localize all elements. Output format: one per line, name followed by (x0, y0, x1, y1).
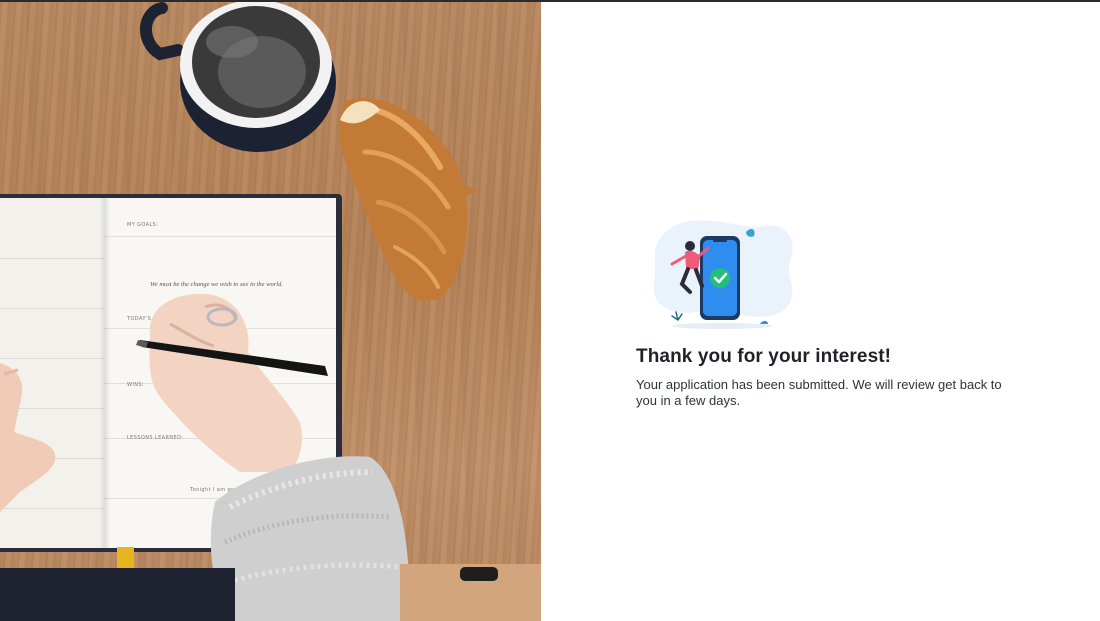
hero-photo: MY GOALS: We must be the change we wish … (0, 2, 541, 621)
drawer-handle (460, 567, 498, 581)
sweater-sleeve (210, 456, 410, 621)
person-head (685, 241, 695, 251)
dark-jeans (0, 568, 235, 621)
writing-hand (136, 293, 328, 472)
checkmark-icon (710, 268, 730, 288)
success-phone-illustration (653, 220, 793, 329)
coffee-mug (140, 2, 336, 152)
resting-hand (0, 363, 56, 512)
photo-objects (0, 2, 541, 621)
croissant (338, 98, 478, 301)
confirmation-heading: Thank you for your interest! (636, 346, 892, 367)
confirmation-message: Your application has been submitted. We … (636, 377, 1002, 408)
